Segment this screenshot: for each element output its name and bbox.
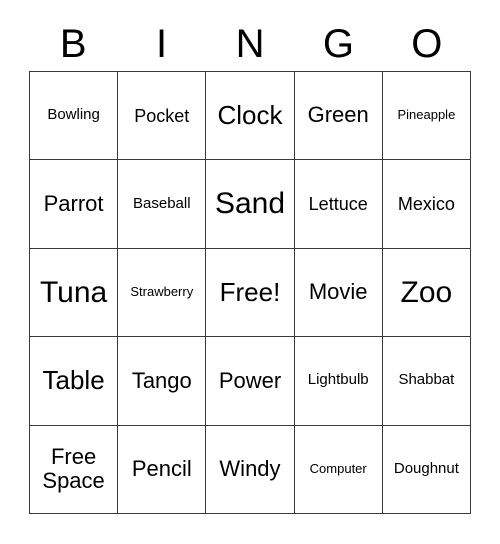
bingo-cell[interactable]: Tango bbox=[118, 337, 207, 426]
bingo-cell[interactable]: Computer bbox=[294, 425, 383, 514]
bingo-cell[interactable]: Parrot bbox=[30, 160, 119, 249]
bingo-cell-label: Clock bbox=[217, 100, 283, 131]
bingo-cell[interactable]: Windy bbox=[206, 425, 295, 514]
bingo-cell[interactable]: Zoo bbox=[382, 248, 471, 338]
bingo-cell[interactable]: Baseball bbox=[118, 160, 207, 249]
bingo-cell-label: Doughnut bbox=[393, 459, 459, 477]
bingo-cell-label: Table bbox=[42, 365, 105, 396]
bingo-cell-label: Power bbox=[218, 367, 282, 393]
bingo-cell-label: Zoo bbox=[400, 275, 453, 309]
bingo-cell-label: Pocket bbox=[134, 105, 190, 126]
bingo-cell-label: Parrot bbox=[43, 190, 104, 216]
bingo-cell-free-space[interactable]: Free Space bbox=[30, 425, 119, 514]
bingo-cell[interactable]: Table bbox=[30, 337, 119, 426]
bingo-cell-label: Pineapple bbox=[397, 107, 456, 123]
bingo-cell-label: Tuna bbox=[39, 275, 108, 309]
bingo-cell[interactable]: Sand bbox=[206, 160, 295, 249]
bingo-header-letter-g: G bbox=[322, 22, 354, 66]
bingo-cell[interactable]: Strawberry bbox=[118, 248, 207, 338]
bingo-cell-label: Strawberry bbox=[130, 284, 194, 300]
bingo-cell[interactable]: Pencil bbox=[118, 425, 207, 514]
bingo-cell[interactable]: Power bbox=[206, 337, 295, 426]
bingo-header-letter-i: I bbox=[156, 22, 168, 66]
bingo-cell-label: Mexico bbox=[397, 194, 455, 215]
bingo-cell[interactable]: Lightbulb bbox=[294, 337, 383, 426]
bingo-grid: Bowling Pocket Clock Green Pineapple Par… bbox=[29, 71, 471, 514]
bingo-cell-label: Lightbulb bbox=[307, 371, 369, 389]
bingo-cell[interactable]: Pocket bbox=[118, 72, 207, 161]
bingo-cell-label: Windy bbox=[219, 455, 281, 481]
bingo-cell-label: Lettuce bbox=[308, 194, 368, 215]
bingo-cell[interactable]: Tuna bbox=[30, 248, 119, 338]
bingo-cell[interactable]: Mexico bbox=[382, 160, 471, 249]
bingo-cell-label: Green bbox=[307, 102, 369, 128]
bingo-cell-label: Bowling bbox=[47, 106, 100, 124]
bingo-cell[interactable]: Green bbox=[294, 72, 383, 161]
bingo-header-row: B I N G O bbox=[29, 18, 471, 70]
bingo-cell-label: Free! bbox=[219, 276, 281, 307]
bingo-cell-label: Pencil bbox=[131, 455, 192, 481]
bingo-cell-label: Baseball bbox=[133, 194, 191, 212]
bingo-cell-label: Computer bbox=[309, 461, 367, 477]
bingo-header-letter-o: O bbox=[411, 22, 443, 66]
bingo-cell[interactable]: Doughnut bbox=[382, 425, 471, 514]
bingo-header-letter-n: N bbox=[235, 22, 265, 66]
bingo-cell[interactable]: Movie bbox=[294, 248, 383, 338]
bingo-cell[interactable]: Bowling bbox=[30, 72, 119, 161]
bingo-card: B I N G O Bowling Pocket Clock Green Pin… bbox=[0, 0, 500, 544]
bingo-header-letter-b: B bbox=[59, 22, 87, 66]
bingo-cell[interactable]: Shabbat bbox=[382, 337, 471, 426]
bingo-cell-label: Free Space bbox=[42, 443, 105, 494]
bingo-cell-label: Sand bbox=[214, 187, 286, 221]
bingo-cell[interactable]: Clock bbox=[206, 72, 295, 161]
bingo-cell-label: Shabbat bbox=[398, 371, 455, 389]
bingo-cell-free[interactable]: Free! bbox=[206, 248, 295, 338]
bingo-cell-label: Tango bbox=[131, 367, 192, 393]
bingo-cell[interactable]: Lettuce bbox=[294, 160, 383, 249]
bingo-cell[interactable]: Pineapple bbox=[382, 72, 471, 161]
bingo-cell-label: Movie bbox=[308, 279, 368, 305]
